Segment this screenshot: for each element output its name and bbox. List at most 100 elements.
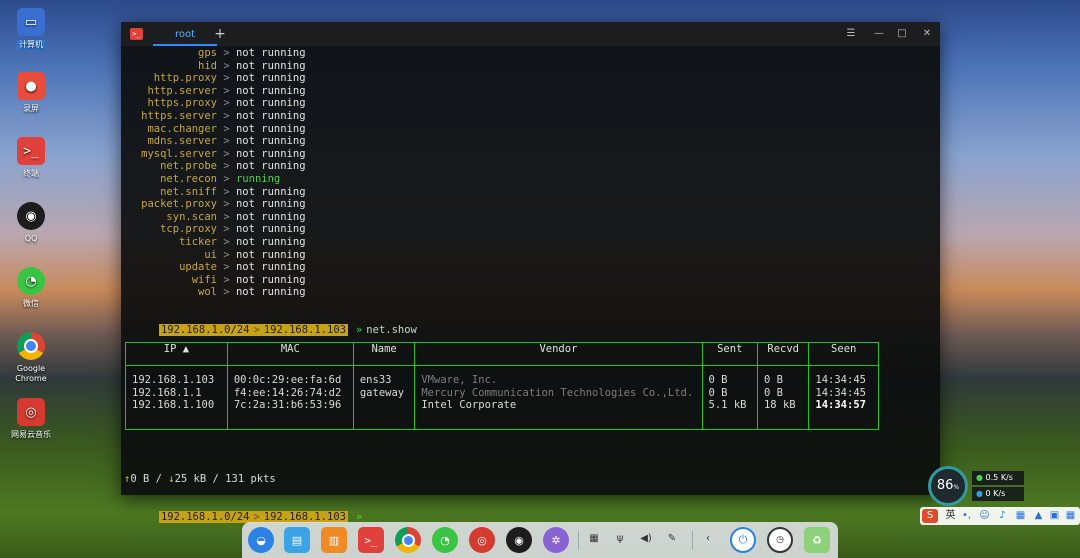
- module-status-line: wifi > not running: [121, 274, 306, 287]
- usb-icon[interactable]: ψ: [612, 531, 628, 547]
- module-separator: >: [223, 122, 230, 135]
- column-header-recvd[interactable]: Recvd: [756, 342, 810, 366]
- microphone-icon[interactable]: ♪: [996, 509, 1009, 523]
- cell-name: ens33 gateway: [352, 365, 416, 430]
- module-status: not running: [235, 210, 306, 223]
- column-header-sent[interactable]: Sent: [701, 342, 758, 366]
- terminal-icon[interactable]: >_: [358, 527, 384, 553]
- desktop-icon-label: 微信: [23, 299, 39, 308]
- module-separator: >: [223, 59, 230, 72]
- power-icon[interactable]: ⏻: [730, 527, 756, 553]
- entered-command: net.show: [366, 324, 417, 336]
- settings-icon[interactable]: ✲: [543, 527, 569, 553]
- trash-icon[interactable]: ♻: [804, 527, 830, 553]
- module-name: ui: [204, 248, 217, 261]
- module-status: not running: [235, 248, 306, 261]
- chevron-left-icon[interactable]: ‹: [700, 531, 716, 547]
- settings-grid-icon[interactable]: ▦: [1064, 509, 1077, 523]
- upload-speed: ● 0.5 K/s: [972, 471, 1024, 485]
- taskbar-dock: ◒ ▤ ▥ >_ ◔ ◎ ◉ ✲ ▦ ψ ◀) ✎ ‹ ⏻ ◷ ♻: [242, 522, 838, 558]
- emoji-icon[interactable]: ☺: [978, 509, 991, 523]
- desktop-icon-netease-music[interactable]: ◎ 网易云音乐: [0, 398, 62, 440]
- desktop-icon-wechat[interactable]: ◔ 微信: [0, 267, 62, 309]
- module-separator: >: [223, 84, 230, 97]
- module-status: not running: [235, 198, 306, 211]
- download-speed-unit: K/s: [993, 489, 1006, 498]
- host-vendor: VMware, Inc.: [421, 374, 498, 386]
- pen-icon[interactable]: ✎: [664, 531, 680, 547]
- prompt-subnet: 192.168.1.0/24: [158, 324, 252, 336]
- menu-icon[interactable]: ☰: [844, 27, 858, 41]
- clock-icon[interactable]: ◷: [767, 527, 793, 553]
- wechat-icon: ◔: [17, 267, 45, 295]
- wechat-icon[interactable]: ◔: [432, 527, 458, 553]
- table-row: 192.168.1.103 192.168.1.1 192.168.1.100 …: [125, 365, 879, 430]
- keyboard-icon[interactable]: ▦: [1014, 509, 1027, 523]
- module-status-line: syn.scan > not running: [121, 210, 306, 224]
- close-button[interactable]: ✕: [920, 27, 934, 41]
- host-ip: 192.168.1.103: [132, 374, 215, 386]
- network-speed-widget[interactable]: 86% ● 0.5 K/s ● 0 K/s: [928, 466, 1024, 506]
- module-name: http.proxy: [153, 72, 217, 85]
- app-store-icon[interactable]: ▥: [321, 527, 347, 553]
- chrome-icon[interactable]: [395, 527, 421, 553]
- host-sent: 5.1 kB: [708, 399, 747, 411]
- computer-icon: ▭: [17, 8, 45, 36]
- onscreen-keyboard-icon[interactable]: ▦: [586, 531, 602, 547]
- module-status: running: [235, 173, 281, 185]
- host-name: gateway: [359, 386, 405, 399]
- module-name: mdns.server: [147, 135, 217, 148]
- traffic-stats: ↑0 B / ↓25 kB / 131 pkts: [124, 473, 276, 485]
- minimize-button[interactable]: —: [872, 27, 886, 41]
- host-name: [360, 399, 409, 412]
- dock-divider: [578, 531, 579, 549]
- new-tab-button[interactable]: +: [209, 24, 231, 44]
- module-status: not running: [235, 84, 306, 97]
- module-separator: >: [223, 135, 230, 148]
- module-separator: >: [223, 223, 230, 236]
- module-status-line: hid > not running: [121, 60, 306, 73]
- file-manager-icon[interactable]: ▤: [284, 527, 310, 553]
- netease-music-icon[interactable]: ◎: [469, 527, 495, 553]
- skin-icon[interactable]: ▲: [1032, 509, 1045, 523]
- upload-speed-value: 0.5: [985, 473, 999, 482]
- punctuation-icon[interactable]: •,: [960, 509, 973, 523]
- column-header-name[interactable]: Name: [352, 342, 416, 366]
- module-status: not running: [235, 135, 306, 148]
- module-status: not running: [235, 185, 306, 198]
- desktop-icon-screen-recorder[interactable]: ● 录屏: [0, 72, 62, 114]
- desktop-icon-qq[interactable]: ◉ QQ: [0, 202, 62, 244]
- module-separator: >: [223, 97, 230, 110]
- module-status-line: tcp.proxy > not running: [121, 223, 305, 236]
- column-header-seen[interactable]: Seen: [808, 342, 879, 366]
- module-separator: >: [223, 248, 230, 261]
- module-status-line: gps > not running: [121, 47, 306, 60]
- desktop-icon-terminal[interactable]: >_ 终端: [0, 137, 62, 179]
- maximize-button[interactable]: □: [895, 27, 909, 41]
- received-total: 25 kB: [174, 473, 207, 485]
- command-prompt-current[interactable]: 192.168.1.0/24 >192.168.1.103»: [121, 498, 362, 523]
- toolbox-icon[interactable]: ▣: [1048, 509, 1061, 523]
- terminal-output[interactable]: gps > not running hid > not running http.p…: [121, 46, 940, 523]
- desktop-icon-chrome[interactable]: Google Chrome: [0, 332, 62, 384]
- module-name: hid: [198, 59, 217, 72]
- volume-icon[interactable]: ◀): [638, 531, 654, 547]
- host-seen: 14:34:57: [815, 399, 866, 411]
- ime-language-toggle[interactable]: 英: [944, 509, 957, 523]
- host-vendor: Mercury Communication Technologies Co.,L…: [421, 386, 694, 399]
- module-status-line: update > not running: [121, 261, 305, 274]
- terminal-app-icon: >_: [130, 28, 143, 40]
- column-header-vendor[interactable]: Vendor: [414, 342, 703, 366]
- module-status-line: http.server > not running: [121, 84, 306, 98]
- column-header-mac[interactable]: MAC: [226, 342, 354, 366]
- module-separator: >: [223, 173, 230, 185]
- qq-penguin-icon[interactable]: ◉: [506, 527, 532, 553]
- launcher-icon[interactable]: ◒: [248, 527, 274, 553]
- desktop-icon-computer[interactable]: ▭ 计算机: [0, 8, 62, 50]
- module-status: not running: [235, 160, 306, 173]
- tab-root[interactable]: root: [153, 24, 217, 46]
- prompt-subnet: 192.168.1.0/24: [158, 511, 252, 523]
- column-header-ip[interactable]: IP ▲: [125, 342, 228, 366]
- sogou-icon[interactable]: S: [922, 509, 938, 523]
- desktop-icon-label: 录屏: [23, 104, 39, 113]
